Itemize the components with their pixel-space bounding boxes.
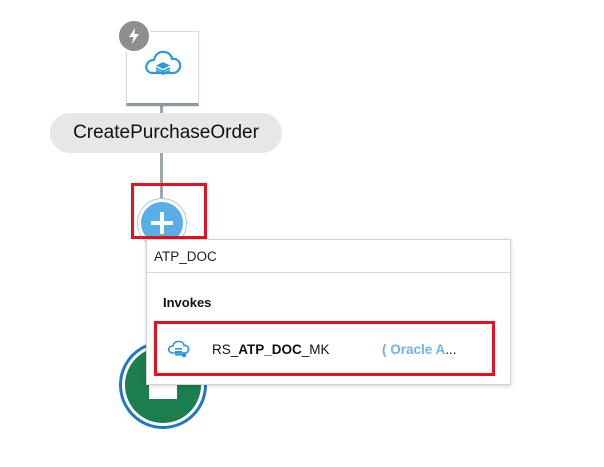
add-button-highlight bbox=[131, 183, 207, 239]
section-title-invokes: Invokes bbox=[163, 295, 212, 310]
trigger-node-label[interactable]: CreatePurchaseOrder bbox=[50, 113, 282, 153]
invoke-item-highlight bbox=[154, 321, 495, 376]
search-input[interactable]: ATP_DOC bbox=[147, 240, 510, 273]
lightning-bolt-icon bbox=[117, 19, 151, 53]
cloud-adapter-icon bbox=[144, 47, 182, 88]
